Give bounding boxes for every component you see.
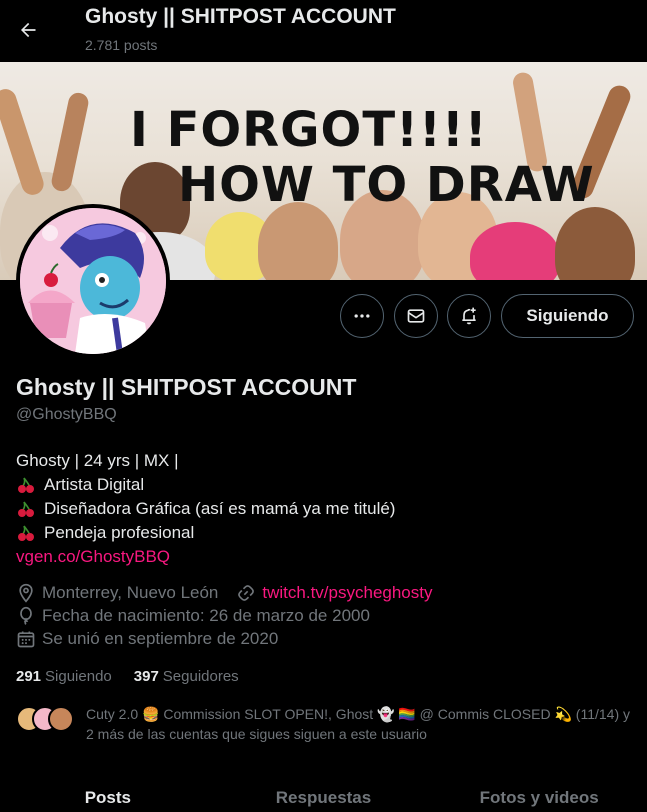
profile-meta-joined: Se unió en septiembre de 2020: [16, 629, 278, 649]
bio-text-1: Ghosty | 24 yrs | MX |: [16, 451, 179, 470]
following-count-link[interactable]: 291 Siguiendo: [16, 668, 112, 685]
post-count: 2.781 posts: [85, 37, 158, 53]
avatar-illustration: [20, 208, 166, 354]
profile-name: Ghosty || SHITPOST ACCOUNT: [16, 374, 357, 400]
top-bar: Ghosty || SHITPOST ACCOUNT 2.781 posts: [0, 0, 647, 62]
birthday-text: Fecha de nacimiento: 26 de marzo de 2000: [42, 606, 370, 625]
followers-you-know[interactable]: Cuty 2.0 🍔 Commission SLOT OPEN!, Ghost …: [16, 704, 636, 744]
mutual-avatar: [48, 706, 74, 732]
balloon-icon: [16, 606, 36, 626]
profile-handle: @GhostyBBQ: [16, 406, 117, 423]
mutual-avatars: [16, 706, 74, 734]
bio-line: Ghosty | 24 yrs | MX |: [16, 449, 395, 473]
followed-by-text: Cuty 2.0 🍔 Commission SLOT OPEN!, Ghost …: [86, 706, 630, 742]
bio-text-4: Pendeja profesional: [44, 523, 195, 542]
bio-text-3: Diseñadora Gráfica (así es mamá ya me ti…: [44, 499, 396, 518]
more-dots-icon: [354, 314, 370, 318]
bio-line: vgen.co/GhostyBBQ: [16, 545, 395, 569]
bio-line: Pendeja profesional: [16, 521, 395, 545]
cherries-icon: [18, 501, 34, 517]
cherries-icon: [18, 525, 34, 541]
header-title: Ghosty || SHITPOST ACCOUNT: [85, 5, 396, 28]
follow-counts: 291 Siguiendo 397 Seguidores: [16, 668, 239, 685]
profile-avatar[interactable]: [16, 204, 170, 358]
bio-line: Artista Digital: [16, 473, 395, 497]
following-count: 291: [16, 668, 42, 685]
envelope-icon: [407, 309, 425, 323]
location-text: Monterrey, Nuevo León: [42, 583, 219, 602]
bell-plus-icon: [462, 307, 476, 325]
notifications-button[interactable]: [447, 294, 491, 338]
bio-line: Diseñadora Gráfica (así es mamá ya me ti…: [16, 497, 395, 521]
more-options-button[interactable]: [340, 294, 384, 338]
banner-text-line2: HOW TO DRAW: [178, 157, 595, 213]
website-link[interactable]: twitch.tv/psycheghosty: [262, 583, 432, 603]
followers-count-link[interactable]: 397 Seguidores: [134, 668, 239, 685]
followers-label: Seguidores: [162, 668, 239, 685]
banner-text-line1: I FORGOT!!!!: [130, 102, 488, 158]
followers-count: 397: [133, 668, 159, 685]
bio-text-2: Artista Digital: [44, 475, 145, 494]
following-label: Siguiendo: [45, 668, 112, 685]
bio-link[interactable]: vgen.co/GhostyBBQ: [16, 545, 170, 569]
message-button[interactable]: [394, 294, 438, 338]
cherries-icon: [18, 477, 34, 493]
following-button[interactable]: Siguiendo: [501, 294, 634, 338]
tab-media[interactable]: Fotos y videos: [431, 776, 647, 812]
location-pin-icon: [16, 583, 36, 603]
profile-meta-birthday: Fecha de nacimiento: 26 de marzo de 2000: [16, 606, 370, 626]
arrow-left-icon: [21, 22, 36, 38]
profile-bio: Ghosty | 24 yrs | MX | Artista Digital D…: [16, 449, 395, 569]
tab-posts[interactable]: Posts: [0, 776, 216, 812]
profile-tabs: Posts Respuestas Fotos y videos: [0, 776, 647, 812]
calendar-icon: [16, 629, 36, 649]
joined-text: Se unió en septiembre de 2020: [42, 629, 279, 648]
profile-meta-location-website: Monterrey, Nuevo León twitch.tv/psychegh…: [16, 583, 432, 603]
tab-replies[interactable]: Respuestas: [216, 776, 432, 812]
back-button[interactable]: [10, 12, 46, 48]
link-icon: [236, 583, 256, 603]
